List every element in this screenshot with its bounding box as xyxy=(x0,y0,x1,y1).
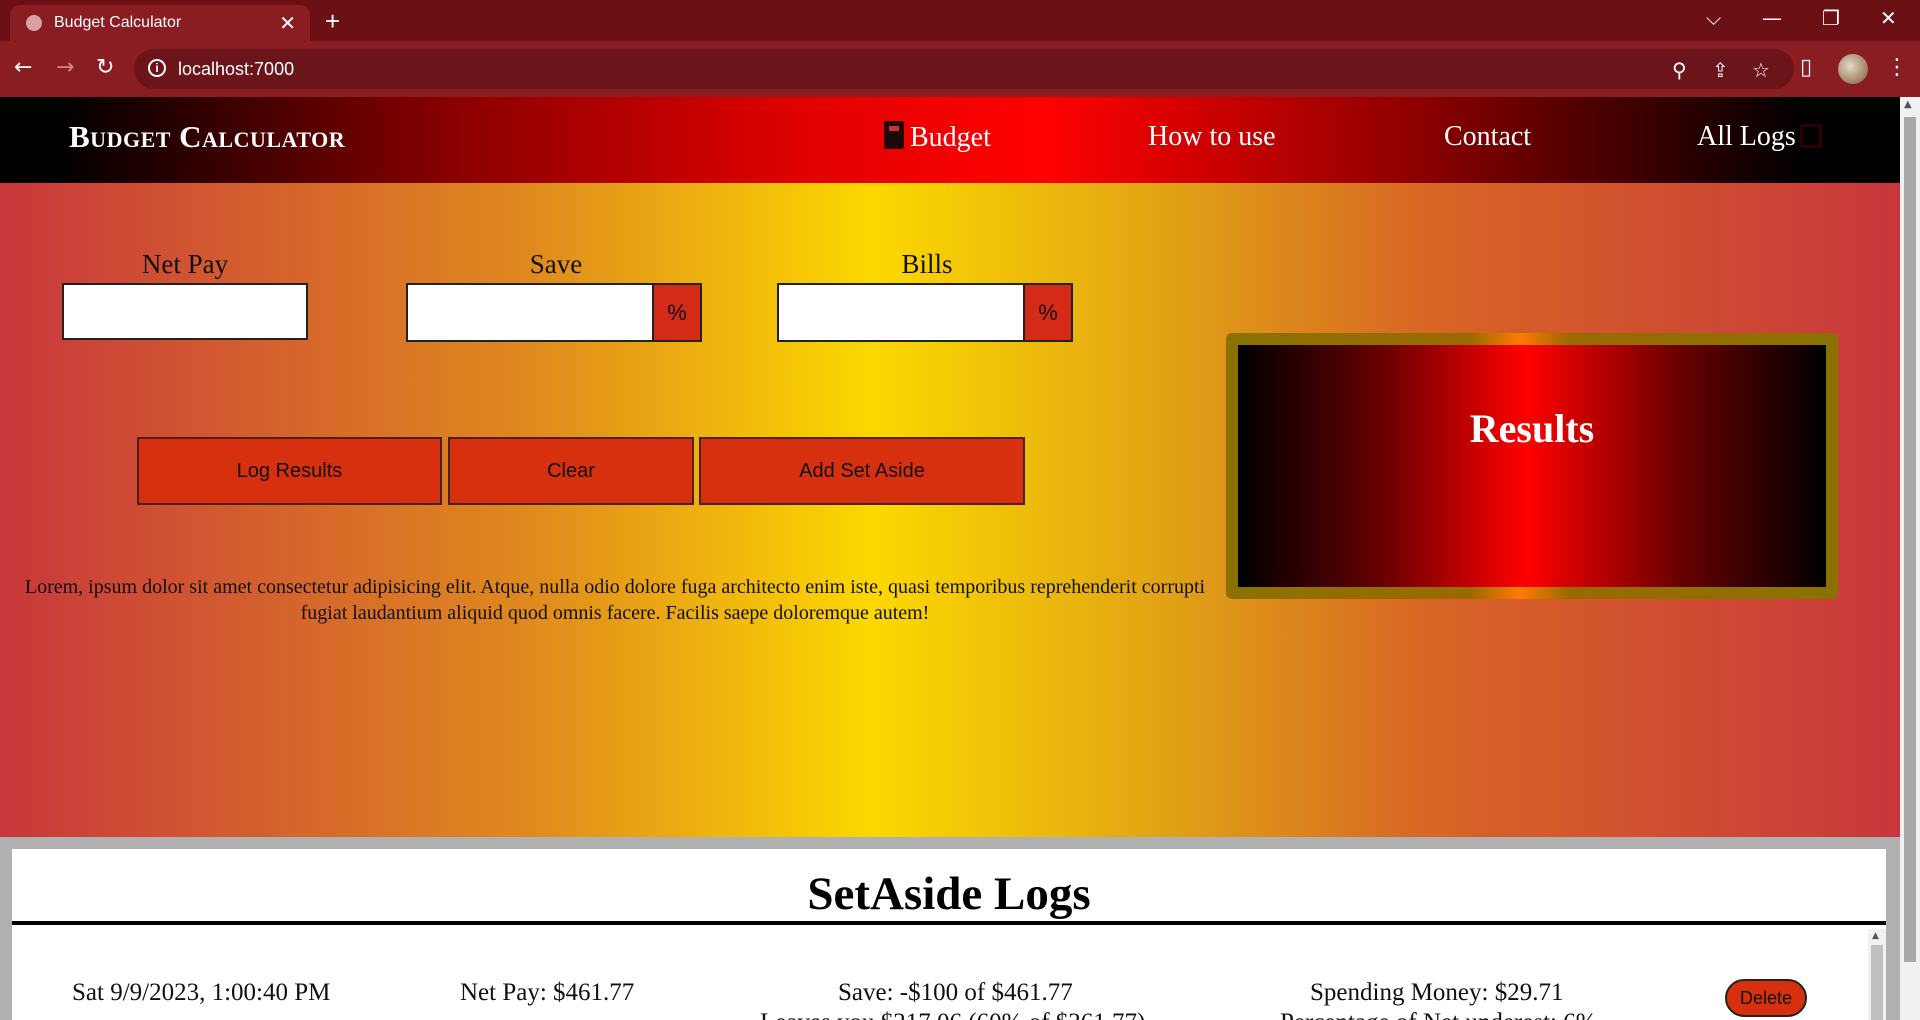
restore-icon[interactable]: ❐ xyxy=(1822,6,1840,30)
bookmark-star-icon[interactable]: ☆ xyxy=(1752,58,1770,82)
address-bar[interactable]: i localhost:7000 ⚲ ⇪ ☆ xyxy=(134,49,1794,89)
calculator-icon xyxy=(884,121,904,149)
site-info-icon[interactable]: i xyxy=(148,59,166,77)
globe-icon xyxy=(26,15,42,31)
nav-link-all-logs-label: All Logs xyxy=(1697,121,1796,152)
log-save: Save: -$100 of $461.77 xyxy=(838,979,1073,1006)
calculator-section: Net Pay Save % Bills % Log Results Clear… xyxy=(0,183,1900,837)
side-panel-icon[interactable]: ▯ xyxy=(1800,55,1812,80)
back-icon[interactable]: ← xyxy=(14,55,32,80)
logs-scrollbar[interactable]: ▲ xyxy=(1868,929,1886,1020)
logs-title: SetAside Logs xyxy=(807,868,1091,920)
save-input[interactable] xyxy=(406,283,654,342)
site-navbar: Budget Calculator Budget How to use Cont… xyxy=(0,97,1900,183)
share-icon[interactable]: ⇪ xyxy=(1712,58,1729,82)
net-pay-label: Net Pay xyxy=(141,249,229,279)
scroll-up-icon[interactable]: ▲ xyxy=(1872,931,1879,941)
window-close-icon[interactable]: ✕ xyxy=(1880,6,1897,30)
bills-percent-toggle[interactable]: % xyxy=(1023,283,1073,342)
setaside-logs-section: SetAside Logs ▲ Sat 9/9/2023, 1:00:40 PM… xyxy=(12,849,1886,1020)
results-display: Results xyxy=(1238,345,1826,587)
reload-icon[interactable]: ↻ xyxy=(96,55,114,80)
log-date: Sat 9/9/2023, 1:00:40 PM xyxy=(72,979,331,1006)
log-spending: Spending Money: $29.71 xyxy=(1310,979,1564,1006)
nav-link-contact[interactable]: Contact xyxy=(1444,121,1531,153)
browser-tab-bar: Budget Calculator ✕ + ⌵ — ❐ ✕ xyxy=(0,0,1920,41)
results-title: Results xyxy=(1469,406,1595,451)
nav-link-how-to-use[interactable]: How to use xyxy=(1148,121,1276,153)
log-results-button[interactable]: Log Results xyxy=(137,437,442,505)
page-viewport: Budget Calculator Budget How to use Cont… xyxy=(0,97,1900,1020)
nav-link-all-logs[interactable]: All Logs xyxy=(1697,121,1822,153)
forward-icon[interactable]: → xyxy=(56,55,74,80)
page-scrollbar[interactable]: ▲ xyxy=(1900,97,1920,1020)
logs-divider xyxy=(12,921,1886,925)
bills-label: Bills xyxy=(901,249,953,279)
url-text[interactable]: localhost:7000 xyxy=(178,59,294,80)
add-set-aside-button[interactable]: Add Set Aside xyxy=(699,437,1025,505)
clear-button[interactable]: Clear xyxy=(448,437,694,505)
zoom-icon[interactable]: ⚲ xyxy=(1672,58,1687,82)
page-scroll-thumb[interactable] xyxy=(1904,117,1916,962)
log-save-detail: Leaves you $217.06 (60% of $361.77) xyxy=(760,1009,1145,1020)
save-label: Save xyxy=(529,249,583,279)
browser-toolbar: ← → ↻ i localhost:7000 ⚲ ⇪ ☆ ▯ ⋮ xyxy=(0,41,1920,97)
log-spending-detail: Percentage of Net underest: 6% xyxy=(1280,1009,1597,1020)
tab-close-icon[interactable]: ✕ xyxy=(279,11,296,36)
tab-list-icon[interactable]: ⌵ xyxy=(1706,6,1721,30)
profile-avatar[interactable] xyxy=(1838,54,1868,84)
new-tab-button[interactable]: + xyxy=(325,6,340,37)
brand-title[interactable]: Budget Calculator xyxy=(69,119,345,155)
delete-log-button[interactable]: Delete xyxy=(1725,979,1807,1017)
tab-title: Budget Calculator xyxy=(54,14,182,31)
log-net-pay: Net Pay: $461.77 xyxy=(460,979,635,1006)
bills-input[interactable] xyxy=(777,283,1025,342)
page-scroll-up-icon[interactable]: ▲ xyxy=(1904,99,1912,110)
description-text: Lorem, ipsum dolor sit amet consectetur … xyxy=(24,576,1206,624)
calendar-icon xyxy=(1799,124,1822,148)
logs-scroll-thumb[interactable] xyxy=(1871,945,1883,1020)
net-pay-input[interactable] xyxy=(62,283,308,340)
nav-link-budget-label: Budget xyxy=(910,122,991,153)
results-panel: Results xyxy=(1226,333,1838,599)
browser-tab[interactable]: Budget Calculator ✕ xyxy=(10,5,310,41)
minimize-icon[interactable]: — xyxy=(1762,6,1782,30)
save-percent-toggle[interactable]: % xyxy=(652,283,702,342)
menu-icon[interactable]: ⋮ xyxy=(1886,55,1908,80)
nav-link-budget[interactable]: Budget xyxy=(884,121,991,154)
